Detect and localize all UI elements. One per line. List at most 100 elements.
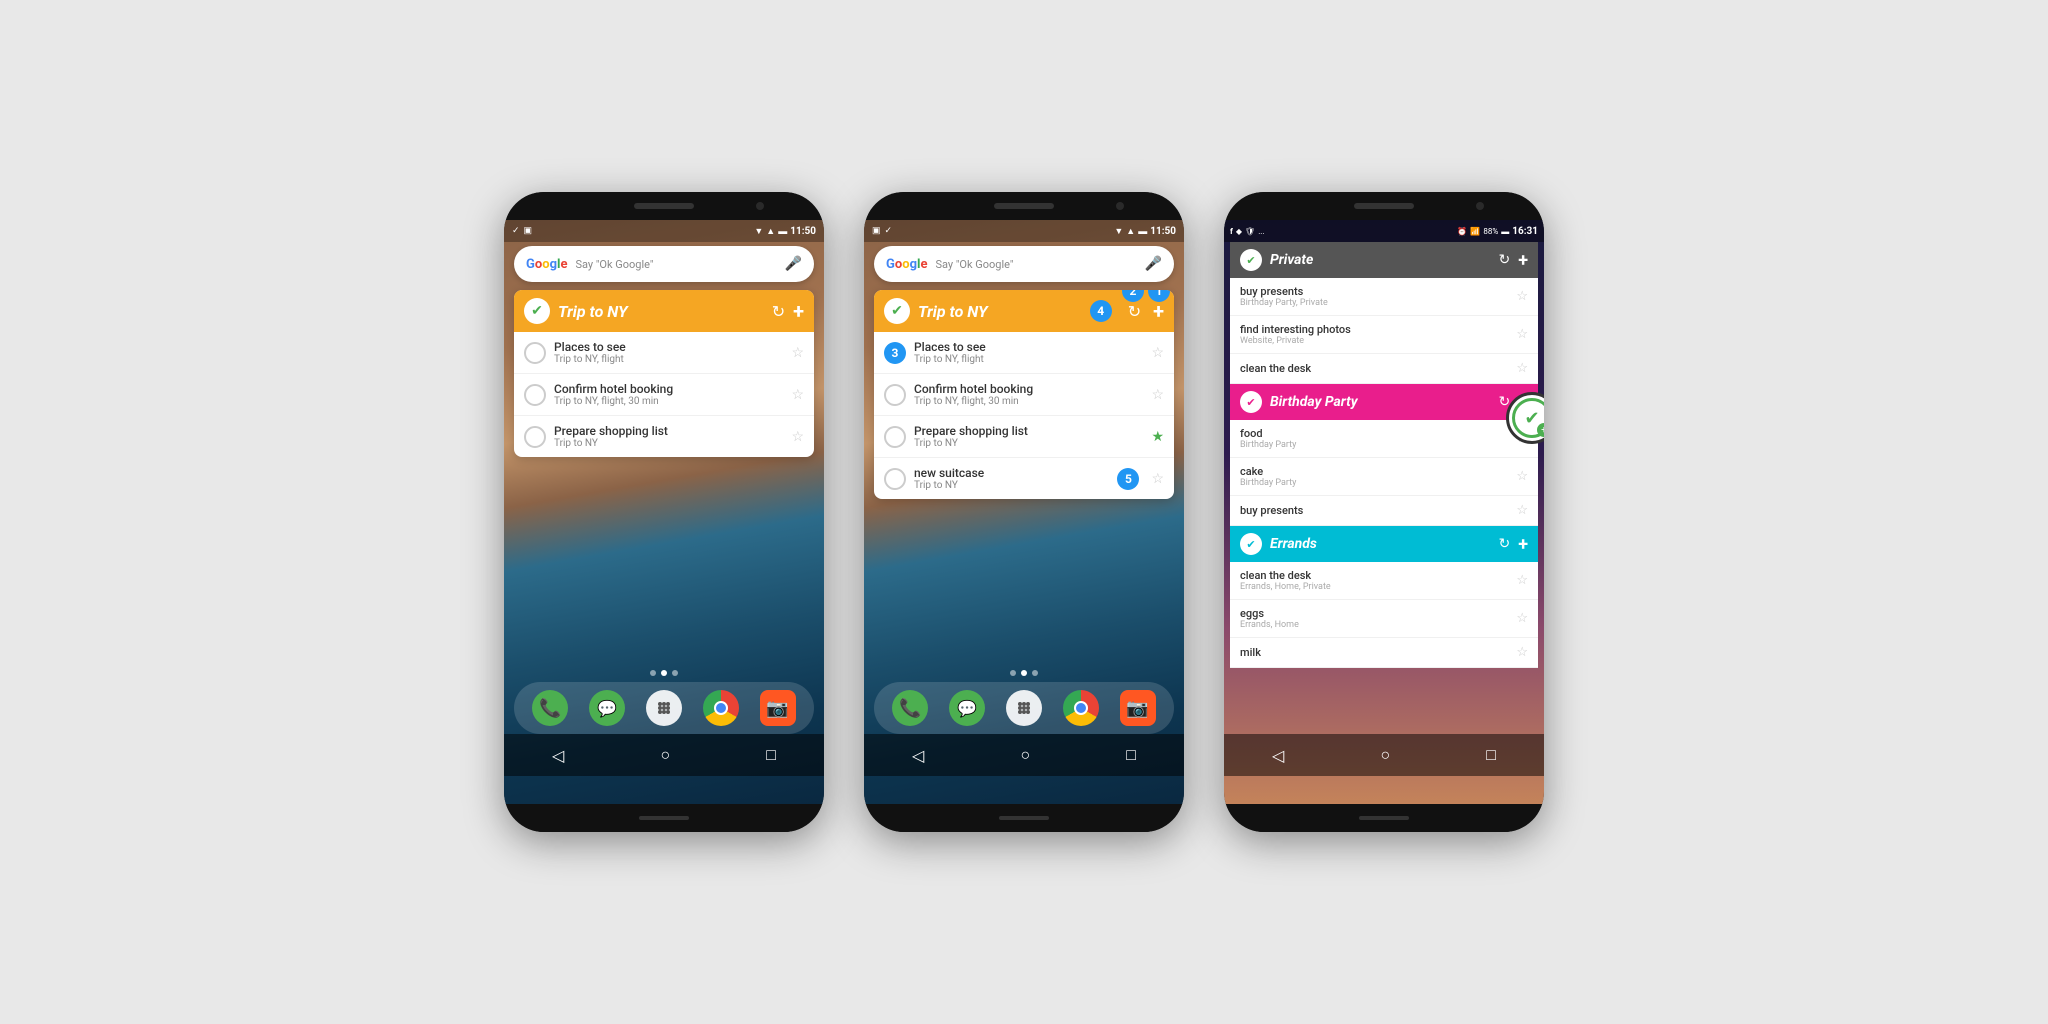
widget-item-2-1[interactable]: Confirm hotel booking Trip to NY, flight… (874, 374, 1174, 416)
section-refresh-errands[interactable]: ↻ (1498, 536, 1510, 552)
nav-home-1[interactable]: ○ (660, 745, 670, 765)
list-item-private-2[interactable]: clean the desk ☆ (1230, 354, 1538, 384)
list-item-tags-e0: Errands, Home, Private (1240, 582, 1516, 592)
nav-back-3[interactable]: ◁ (1272, 746, 1284, 765)
widget-item-1-0[interactable]: Places to see Trip to NY, flight ☆ (514, 332, 814, 374)
widget-refresh-1[interactable]: ↻ (772, 302, 785, 321)
widget-item-2-3[interactable]: new suitcase Trip to NY 5 ☆ (874, 458, 1174, 499)
list-item-star-b2[interactable]: ☆ (1516, 503, 1528, 518)
widget-item-2-2[interactable]: Prepare shopping list Trip to NY ★ (874, 416, 1174, 458)
dock-phone-1[interactable]: 📞 (532, 690, 568, 726)
signal-icon-2: ▼ (1114, 226, 1123, 237)
dock-chrome-2[interactable] (1063, 690, 1099, 726)
list-item-name-e0: clean the desk (1240, 569, 1516, 582)
dock-apps-2[interactable] (1006, 690, 1042, 726)
dock-phone-2[interactable]: 📞 (892, 690, 928, 726)
list-item-star-p0[interactable]: ☆ (1516, 289, 1528, 304)
item-circle-2-1[interactable] (884, 384, 906, 406)
phone-2-screen: ▣ ✓ ▼ ▲ ▬ 11:50 Google Say "Ok Google" 🎤… (864, 220, 1184, 804)
section-title-birthday: Birthday Party (1270, 394, 1490, 410)
alarm-icon-3: ⏰ (1457, 227, 1467, 236)
section-add-private[interactable]: + (1518, 250, 1528, 271)
list-item-star-p2[interactable]: ☆ (1516, 361, 1528, 376)
phone-3-bottom (1224, 804, 1544, 832)
section-refresh-private[interactable]: ↻ (1498, 252, 1510, 268)
section-private: ✔ Private ↻ + (1230, 242, 1538, 278)
dock-camera-2[interactable]: 📷 (1120, 690, 1156, 726)
nav-recent-1[interactable]: □ (766, 745, 776, 765)
widget-add-2[interactable]: + (1153, 299, 1164, 323)
item-star-1-1[interactable]: ☆ (791, 387, 804, 403)
google-logo-1: Google (526, 257, 567, 272)
dot-2-0 (1010, 670, 1016, 676)
mic-icon-1[interactable]: 🎤 (785, 256, 802, 272)
list-item-star-b1[interactable]: ☆ (1516, 469, 1528, 484)
item-circle-1-0[interactable] (524, 342, 546, 364)
list-item-star-e2[interactable]: ☆ (1516, 645, 1528, 660)
nav-home-3[interactable]: ○ (1380, 745, 1390, 765)
list-item-tags-p0: Birthday Party, Private (1240, 298, 1516, 308)
widget-item-1-2[interactable]: Prepare shopping list Trip to NY ☆ (514, 416, 814, 457)
nav-home-2[interactable]: ○ (1020, 745, 1030, 765)
list-item-private-1[interactable]: find interesting photos Website, Private… (1230, 316, 1538, 354)
list-item-tags-p1: Website, Private (1240, 336, 1516, 346)
dock-camera-1[interactable]: 📷 (760, 690, 796, 726)
google-search-text-2[interactable]: Say "Ok Google" (935, 258, 1144, 271)
item-star-1-2[interactable]: ☆ (791, 429, 804, 445)
section-add-errands[interactable]: + (1518, 534, 1528, 555)
nav-bar-3: ◁ ○ □ (1224, 734, 1544, 776)
list-item-tags-e1: Errands, Home (1240, 620, 1516, 630)
dock-2: 📞 💬 📷 (874, 682, 1174, 734)
list-item-err-0[interactable]: clean the desk Errands, Home, Private ☆ (1230, 562, 1538, 600)
phone-3-home-bar (1359, 816, 1409, 820)
nav-recent-3[interactable]: □ (1486, 745, 1496, 765)
widget-item-2-0[interactable]: 3 Places to see Trip to NY, flight ☆ (874, 332, 1174, 374)
list-item-star-e1[interactable]: ☆ (1516, 611, 1528, 626)
mic-icon-2[interactable]: 🎤 (1145, 256, 1162, 272)
list-item-bday-2[interactable]: buy presents ☆ (1230, 496, 1538, 526)
google-search-text-1[interactable]: Say "Ok Google" (575, 258, 784, 271)
nav-back-1[interactable]: ◁ (552, 746, 564, 765)
nav-back-2[interactable]: ◁ (912, 746, 924, 765)
widget-item-1-1[interactable]: Confirm hotel booking Trip to NY, flight… (514, 374, 814, 416)
list-item-bday-0[interactable]: food Birthday Party ☆ (1230, 420, 1538, 458)
google-bar-1[interactable]: Google Say "Ok Google" 🎤 (514, 246, 814, 282)
section-title-errands: Errands (1270, 536, 1490, 552)
item-text-2-1: Confirm hotel booking Trip to NY, flight… (914, 382, 1143, 407)
nav-recent-2[interactable]: □ (1126, 745, 1136, 765)
wifi-icon-1: ▲ (766, 226, 775, 237)
item-star-2-2[interactable]: ★ (1151, 429, 1164, 445)
widget-add-1[interactable]: + (793, 299, 804, 323)
item-circle-2-3[interactable] (884, 468, 906, 490)
item-circle-2-2[interactable] (884, 426, 906, 448)
dock-hangouts-1[interactable]: 💬 (589, 690, 625, 726)
item-text-2-3: new suitcase Trip to NY (914, 466, 1109, 491)
section-title-private: Private (1270, 252, 1490, 268)
dock-apps-1[interactable] (646, 690, 682, 726)
status-time-2: 11:50 (1150, 226, 1176, 237)
item-star-2-1[interactable]: ☆ (1151, 387, 1164, 403)
item-star-2-3[interactable]: ☆ (1151, 471, 1164, 487)
dock-hangouts-2[interactable]: 💬 (949, 690, 985, 726)
dot-2-2 (1032, 670, 1038, 676)
dock-chrome-1[interactable] (703, 690, 739, 726)
item-star-1-0[interactable]: ☆ (791, 345, 804, 361)
phone-2-home-bar (999, 816, 1049, 820)
list-item-bday-1[interactable]: cake Birthday Party ☆ (1230, 458, 1538, 496)
list-item-err-1[interactable]: eggs Errands, Home ☆ (1230, 600, 1538, 638)
item-circle-1-2[interactable] (524, 426, 546, 448)
item-circle-1-1[interactable] (524, 384, 546, 406)
list-item-err-2[interactable]: milk ☆ (1230, 638, 1538, 668)
google-logo-2: Google (886, 257, 927, 272)
list-item-star-p1[interactable]: ☆ (1516, 327, 1528, 342)
list-item-star-e0[interactable]: ☆ (1516, 573, 1528, 588)
battery-icon-3: ▬ (1501, 227, 1509, 236)
google-bar-2[interactable]: Google Say "Ok Google" 🎤 (874, 246, 1174, 282)
list-item-tags-b0: Birthday Party (1240, 440, 1516, 450)
item-star-2-0[interactable]: ☆ (1151, 345, 1164, 361)
list-item-private-0[interactable]: buy presents Birthday Party, Private ☆ (1230, 278, 1538, 316)
badge-5: 5 (1117, 468, 1139, 490)
shield-icon: 🛡 (1245, 227, 1255, 236)
widget-refresh-2[interactable]: ↻ (1128, 302, 1141, 321)
badge-1: 1 (1148, 290, 1170, 302)
